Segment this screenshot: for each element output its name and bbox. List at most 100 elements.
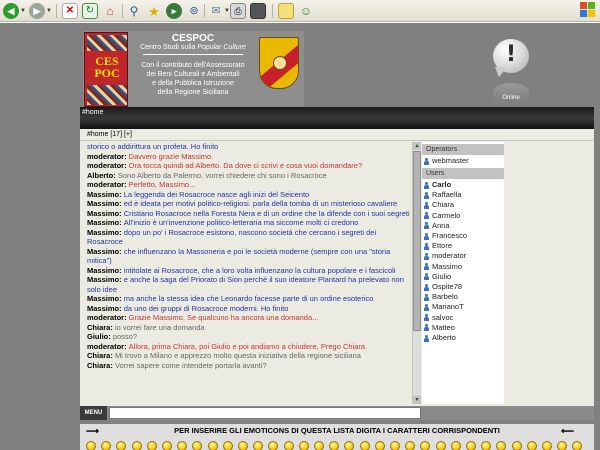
message-nick[interactable]: moderator:	[87, 313, 129, 322]
user-item[interactable]: salvoc	[424, 313, 504, 323]
smiley-icon[interactable]	[466, 441, 476, 450]
smiley-icon[interactable]	[253, 441, 264, 450]
smiley-icon[interactable]	[435, 441, 446, 450]
message-nick[interactable]: Massimo:	[87, 247, 124, 256]
mail-icon[interactable]: ✉	[208, 3, 224, 19]
smiley-icon[interactable]	[283, 441, 294, 450]
message-nick[interactable]: moderator:	[87, 180, 129, 189]
smiley-icon[interactable]	[222, 441, 233, 450]
user-item[interactable]: Massimo	[424, 262, 504, 272]
message-input[interactable]	[109, 407, 421, 419]
message-nick[interactable]: Massimo:	[87, 294, 124, 303]
smiley-icon[interactable]	[344, 441, 355, 450]
message-nick[interactable]: Massimo:	[87, 190, 124, 199]
print-icon[interactable]: ⎙	[230, 3, 246, 19]
forward-icon[interactable]: ▶	[29, 3, 45, 19]
message-nick[interactable]: Chiara:	[87, 323, 115, 332]
smiley-icon[interactable]	[238, 441, 248, 450]
back-icon[interactable]: ◀	[3, 3, 19, 19]
user-item[interactable]: Giulio	[424, 272, 504, 282]
search-icon[interactable]: ⚲	[126, 3, 142, 19]
smiley-icon[interactable]	[420, 441, 431, 450]
user-item[interactable]: webmaster	[424, 156, 504, 166]
stop-icon[interactable]: ✕	[62, 3, 78, 19]
home-icon[interactable]: ⌂	[102, 3, 118, 19]
message-nick[interactable]: moderator:	[87, 161, 129, 170]
message-nick[interactable]: Giulio:	[87, 332, 113, 341]
message-nick[interactable]: Massimo:	[87, 209, 124, 218]
message-nick[interactable]: Chiara:	[87, 351, 115, 360]
smiley-icon[interactable]	[314, 441, 324, 450]
smiley-icon[interactable]	[496, 441, 507, 450]
tab-home[interactable]: #home	[82, 109, 103, 116]
smiley-icon[interactable]	[405, 441, 416, 450]
message-nick[interactable]: Massimo:	[87, 228, 124, 237]
scroll-down-icon[interactable]: ▼	[413, 396, 421, 404]
smiley-icon[interactable]	[298, 441, 309, 450]
scroll-thumb[interactable]	[413, 151, 421, 331]
message-text: da uno dei gruppi di Rosacroce moderni. …	[123, 303, 289, 313]
refresh-icon[interactable]: ↻	[82, 3, 98, 19]
message-nick[interactable]: moderator:	[87, 342, 129, 351]
user-item[interactable]: Carlo	[424, 180, 504, 190]
message-nick[interactable]: Massimo:	[87, 304, 124, 313]
smiley-icon[interactable]	[101, 441, 112, 450]
user-item[interactable]: Chiara	[424, 200, 504, 210]
smiley-icon[interactable]	[268, 441, 279, 450]
smiley-icon[interactable]	[192, 441, 203, 450]
smiley-icon[interactable]	[116, 441, 127, 450]
forward-dropdown-icon[interactable]: ▼	[46, 8, 52, 14]
user-item[interactable]: Anna	[424, 221, 504, 231]
smiley-icon[interactable]	[511, 441, 522, 450]
smiley-icon[interactable]	[162, 441, 172, 450]
message-nick[interactable]: Massimo:	[87, 275, 124, 284]
user-item[interactable]: Alberto	[424, 333, 504, 343]
discuss-icon[interactable]	[278, 3, 294, 19]
smiley-icon[interactable]	[146, 441, 157, 450]
user-item[interactable]: Barbelo	[424, 292, 504, 302]
message-list[interactable]: storico o addirittura un profeta. Ho fin…	[83, 142, 413, 404]
chat-message: Chiara: io vorrei fare una domanda	[83, 323, 412, 333]
smiley-icon[interactable]	[450, 441, 461, 450]
message-nick[interactable]: moderator:	[87, 152, 129, 161]
smiley-icon[interactable]	[86, 441, 96, 450]
message-scrollbar[interactable]: ▲ ▼	[413, 142, 421, 404]
user-icon	[424, 242, 429, 250]
user-item[interactable]: Matteo	[424, 323, 504, 333]
online-indicator[interactable]: ! Online	[491, 39, 531, 109]
message-nick[interactable]: Alberto:	[87, 171, 118, 180]
back-dropdown-icon[interactable]: ▼	[20, 8, 26, 14]
smiley-icon[interactable]	[131, 441, 142, 450]
user-item[interactable]: Raffaella	[424, 190, 504, 200]
messenger-icon[interactable]: ☺	[298, 3, 314, 19]
smiley-icon[interactable]	[542, 441, 552, 450]
user-item[interactable]: Ettore	[424, 241, 504, 251]
smiley-icon[interactable]	[481, 441, 492, 450]
user-item[interactable]: Francesco	[424, 231, 504, 241]
user-item[interactable]: Ospite78	[424, 282, 504, 292]
user-item[interactable]: moderator	[424, 251, 504, 261]
smiley-icon[interactable]	[572, 441, 583, 450]
edit-icon[interactable]	[250, 3, 266, 19]
smiley-icon[interactable]	[390, 441, 400, 450]
smiley-icon[interactable]	[557, 441, 568, 450]
credit-line: Con il contributo dell'Assessorato	[141, 62, 245, 69]
history-icon[interactable]: ⊚	[186, 3, 202, 19]
smiley-icon[interactable]	[359, 441, 370, 450]
scroll-up-icon[interactable]: ▲	[413, 142, 421, 150]
favorites-icon[interactable]: ★	[146, 3, 162, 19]
smiley-icon[interactable]	[207, 441, 218, 450]
user-item[interactable]: MarianoT	[424, 302, 504, 312]
smiley-icon[interactable]	[329, 441, 340, 450]
message-nick[interactable]: Massimo:	[87, 218, 124, 227]
message-nick[interactable]: Massimo:	[87, 266, 124, 275]
smiley-icon[interactable]	[374, 441, 385, 450]
media-icon[interactable]: ▸	[166, 3, 182, 19]
cespoc-banner[interactable]: CES POC CESPOC Centro Studi sulla Popula…	[83, 31, 304, 108]
message-nick[interactable]: Chiara:	[87, 361, 115, 370]
smiley-icon[interactable]	[526, 441, 537, 450]
message-nick[interactable]: Massimo:	[87, 199, 124, 208]
smiley-icon[interactable]	[177, 441, 188, 450]
user-item[interactable]: Carmelo	[424, 211, 504, 221]
menu-button[interactable]: MENU	[80, 406, 107, 420]
